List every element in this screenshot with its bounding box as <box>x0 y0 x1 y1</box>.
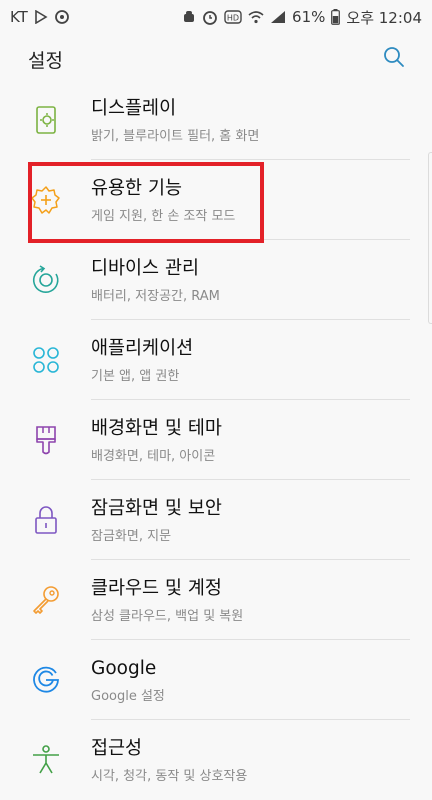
item-title: 디스플레이 <box>91 97 177 119</box>
carrier-label: KT <box>10 8 28 26</box>
battery-percent: 61% <box>292 8 326 26</box>
settings-list: 디스플레이 밝기, 블루라이트 필터, 홈 화면 유용한 기능 게임 지원, 한… <box>0 80 432 800</box>
key-icon <box>30 584 62 616</box>
play-store-icon <box>34 10 48 24</box>
battery-icon <box>331 9 341 25</box>
settings-item-advanced-features[interactable]: 유용한 기능 게임 지원, 한 손 조작 모드 <box>0 160 432 240</box>
hd-icon: HD <box>224 10 242 24</box>
item-subtitle: 배경화면, 테마, 아이콘 <box>91 448 216 464</box>
page-title: 설정 <box>28 49 63 72</box>
wifi-icon <box>248 10 264 24</box>
item-title: 디바이스 관리 <box>91 257 200 279</box>
item-subtitle: Google 설정 <box>91 688 165 704</box>
item-title: 유용한 기능 <box>91 177 182 199</box>
accessibility-icon <box>30 744 62 776</box>
device-maintenance-icon <box>30 264 62 296</box>
svg-text:HD: HD <box>227 14 239 23</box>
settings-item-display[interactable]: 디스플레이 밝기, 블루라이트 필터, 홈 화면 <box>0 80 432 160</box>
sync-icon <box>54 9 70 25</box>
item-subtitle: 게임 지원, 한 손 조작 모드 <box>91 208 236 224</box>
item-subtitle: 배터리, 저장공간, RAM <box>91 288 220 304</box>
apps-icon <box>30 344 62 376</box>
item-subtitle: 삼성 클라우드, 백업 및 복원 <box>91 608 244 624</box>
google-icon <box>30 664 62 696</box>
settings-item-cloud-accounts[interactable]: 클라우드 및 계정 삼성 클라우드, 백업 및 복원 <box>0 560 432 640</box>
status-bar: KT HD 61% 오후 12:04 <box>0 0 432 34</box>
item-subtitle: 잠금화면, 지문 <box>91 528 172 544</box>
lock-icon <box>30 504 62 536</box>
settings-item-google[interactable]: Google Google 설정 <box>0 640 432 720</box>
alarm-icon <box>202 9 218 25</box>
settings-item-wallpaper-themes[interactable]: 배경화면 및 테마 배경화면, 테마, 아이콘 <box>0 400 432 480</box>
item-subtitle: 기본 앱, 앱 권한 <box>91 368 180 384</box>
app-header: 설정 <box>0 34 432 84</box>
display-icon <box>30 104 62 136</box>
item-title: 배경화면 및 테마 <box>91 417 222 439</box>
settings-item-device-maintenance[interactable]: 디바이스 관리 배터리, 저장공간, RAM <box>0 240 432 320</box>
settings-item-lockscreen-security[interactable]: 잠금화면 및 보안 잠금화면, 지문 <box>0 480 432 560</box>
theme-brush-icon <box>30 424 62 456</box>
clock: 오후 12:04 <box>346 8 422 27</box>
signal-icon <box>270 10 286 24</box>
search-button[interactable] <box>380 45 408 73</box>
item-title: 접근성 <box>91 737 143 759</box>
item-title: Google <box>91 657 157 679</box>
item-subtitle: 밝기, 블루라이트 필터, 홈 화면 <box>91 128 260 144</box>
item-subtitle: 시각, 청각, 동작 및 상호작용 <box>91 768 248 784</box>
android-icon <box>182 10 196 24</box>
item-title: 애플리케이션 <box>91 337 194 359</box>
item-title: 클라우드 및 계정 <box>91 577 222 599</box>
scroll-indicator[interactable] <box>428 152 432 324</box>
search-icon <box>382 45 406 73</box>
settings-item-accessibility[interactable]: 접근성 시각, 청각, 동작 및 상호작용 <box>0 720 432 800</box>
item-title: 잠금화면 및 보안 <box>91 497 222 519</box>
settings-item-apps[interactable]: 애플리케이션 기본 앱, 앱 권한 <box>0 320 432 400</box>
advanced-features-icon <box>30 184 62 216</box>
